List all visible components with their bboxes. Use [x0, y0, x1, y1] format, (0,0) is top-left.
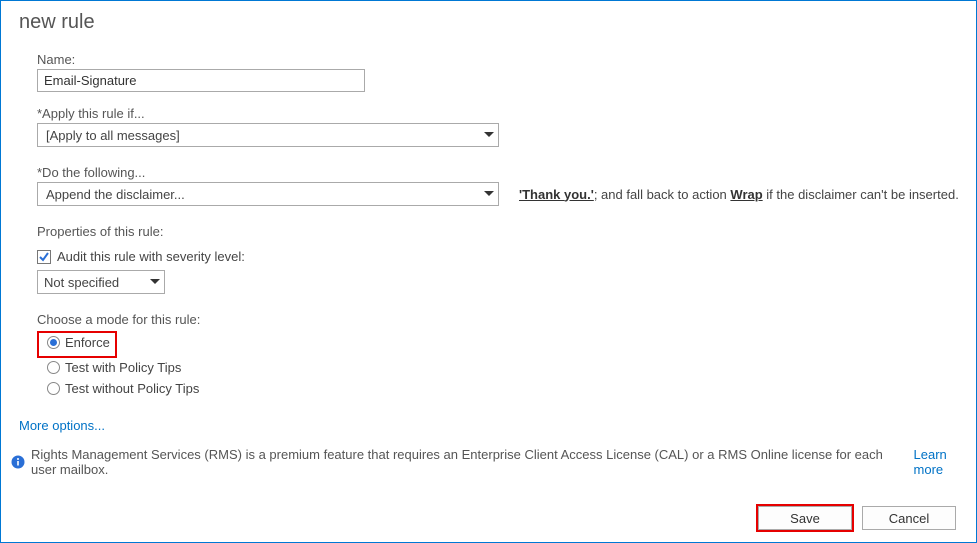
radio-test-tips[interactable]: Test with Policy Tips [37, 358, 976, 379]
radio-test-notips[interactable]: Test without Policy Tips [37, 379, 976, 400]
severity-select[interactable]: Not specified [37, 270, 165, 294]
save-button[interactable]: Save [758, 506, 852, 530]
radio-icon [47, 336, 60, 349]
button-bar: Save Cancel [758, 506, 956, 530]
disclaimer-text-link[interactable]: 'Thank you.' [519, 187, 594, 202]
action-block: *Do the following... Append the disclaim… [37, 165, 976, 206]
name-label: Name: [37, 52, 976, 67]
form-body: Name: *Apply this rule if... [Apply to a… [1, 34, 976, 400]
condition-block: *Apply this rule if... [Apply to all mes… [37, 106, 976, 147]
info-icon [11, 455, 25, 469]
rms-notice-row: Rights Management Services (RMS) is a pr… [1, 447, 976, 477]
action-label: *Do the following... [37, 165, 976, 180]
radio-label: Test with Policy Tips [65, 360, 181, 375]
audit-row: Audit this rule with severity level: [37, 249, 976, 264]
action-selected-text: Append the disclaimer... [46, 187, 185, 202]
chevron-down-icon [484, 132, 494, 138]
more-options-link[interactable]: More options... [1, 418, 976, 433]
radio-icon [47, 361, 60, 374]
chevron-down-icon [150, 279, 160, 285]
chevron-down-icon [484, 191, 494, 197]
fallback-action-link[interactable]: Wrap [730, 187, 762, 202]
audit-label: Audit this rule with severity level: [57, 249, 245, 264]
dialog-window: new rule Name: *Apply this rule if... [A… [0, 0, 977, 543]
mode-label: Choose a mode for this rule: [37, 312, 976, 327]
properties-block: Properties of this rule: Audit this rule… [37, 224, 976, 294]
dialog-title: new rule [1, 1, 976, 34]
condition-selected-text: [Apply to all messages] [46, 128, 180, 143]
radio-label: Test without Policy Tips [65, 381, 199, 396]
condition-label: *Apply this rule if... [37, 106, 976, 121]
action-side-text: 'Thank you.'; and fall back to action Wr… [519, 187, 959, 202]
condition-select[interactable]: [Apply to all messages] [37, 123, 499, 147]
radio-icon [47, 382, 60, 395]
radio-enforce[interactable]: Enforce [47, 333, 110, 354]
enforce-highlight: Enforce [37, 331, 117, 358]
audit-checkbox[interactable] [37, 250, 51, 264]
severity-selected-text: Not specified [44, 275, 119, 290]
cancel-button[interactable]: Cancel [862, 506, 956, 530]
properties-label: Properties of this rule: [37, 224, 976, 239]
radio-label: Enforce [65, 335, 110, 350]
rms-notice-text: Rights Management Services (RMS) is a pr… [31, 447, 908, 477]
learn-more-link[interactable]: Learn more [914, 447, 976, 477]
name-input[interactable] [37, 69, 365, 92]
name-block: Name: [37, 52, 976, 92]
mode-block: Choose a mode for this rule: Enforce Tes… [37, 312, 976, 400]
action-select[interactable]: Append the disclaimer... [37, 182, 499, 206]
